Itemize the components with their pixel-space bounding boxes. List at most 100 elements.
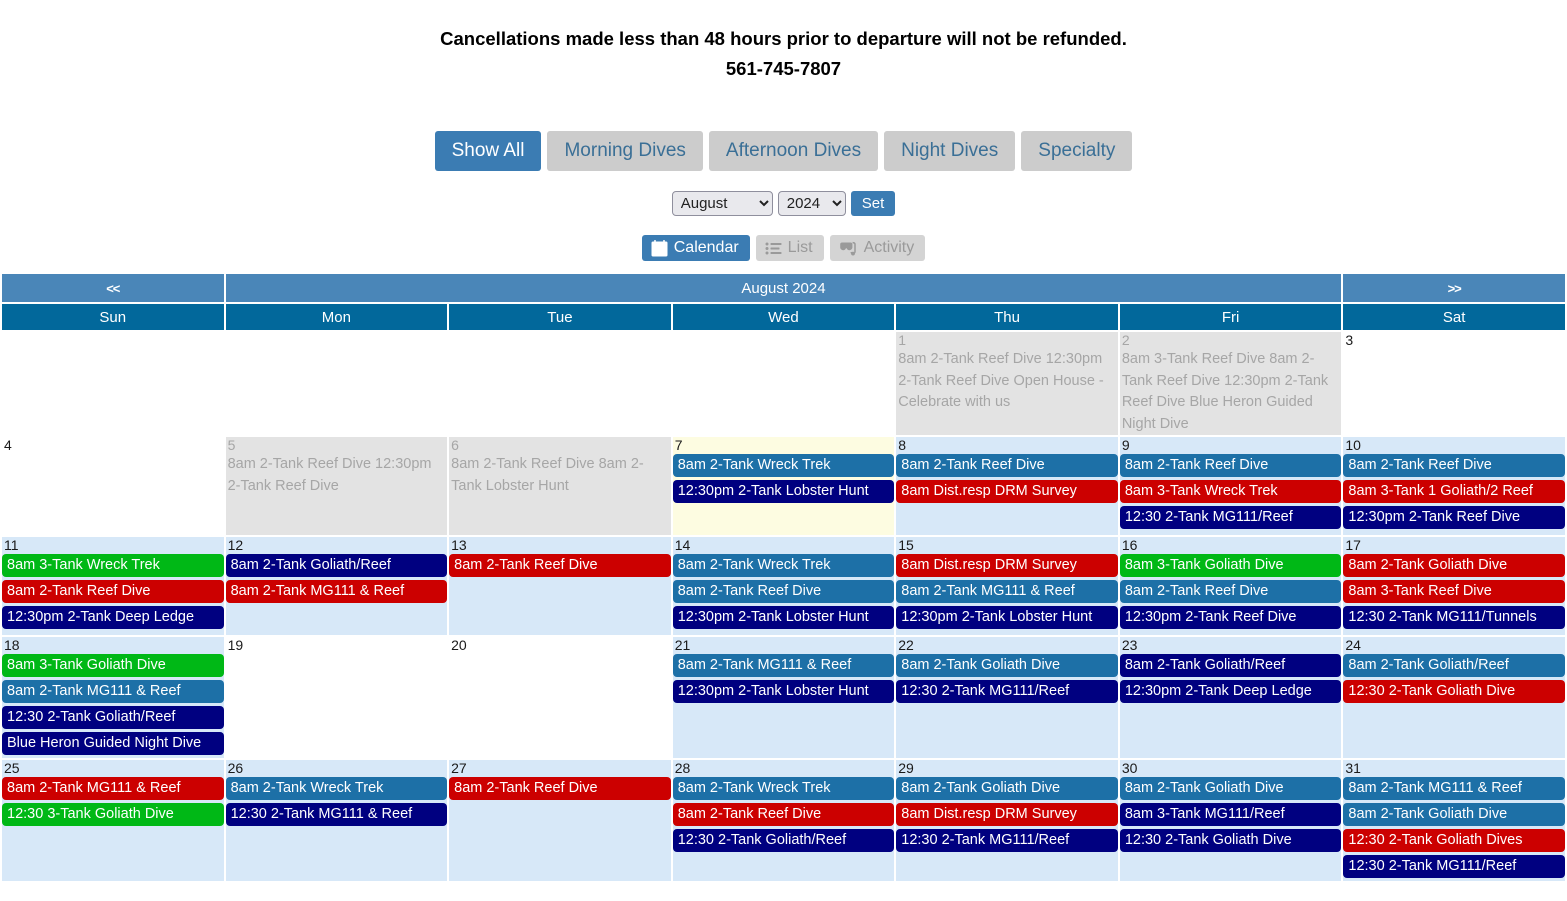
calendar-event[interactable]: 8am 2-Tank Reef Dive: [896, 454, 1118, 478]
calendar-event[interactable]: 8am 2-Tank Reef Dive: [1343, 454, 1565, 478]
day-cell-14[interactable]: 14 8am 2-Tank Wreck Trek 8am 2-Tank Reef D…: [672, 537, 895, 636]
calendar-event[interactable]: 12:30 2-Tank MG111 & Reef: [225, 803, 448, 827]
filter-button-show-all[interactable]: Show All: [434, 130, 542, 172]
day-cell-11[interactable]: 11 8am 3-Tank Wreck Trek 8am 2-Tank Reef D…: [2, 537, 224, 636]
calendar-event[interactable]: 8am 2-Tank Reef Dive: [449, 777, 671, 801]
day-cell-21[interactable]: 21 8am 2-Tank MG111 & Reef 12:30pm 2-Tank …: [672, 637, 895, 759]
calendar-event[interactable]: 8am 2-Tank Goliath/Reef: [225, 554, 448, 578]
year-select[interactable]: 202320242025: [777, 191, 846, 217]
day-cell-13[interactable]: 13 8am 2-Tank Reef Dive: [449, 537, 671, 636]
day-cell-9[interactable]: 9 8am 2-Tank Reef Dive 8am 3-Tank Wreck Tr…: [1119, 437, 1342, 536]
day-cell-25[interactable]: 25 8am 2-Tank MG111 & Reef 12:30 3-Tank Go…: [2, 760, 224, 882]
calendar-event[interactable]: Blue Heron Guided Night Dive: [2, 732, 224, 756]
calendar-event[interactable]: 8am 3-Tank Reef Dive: [1343, 580, 1565, 604]
calendar-event[interactable]: 8am 3-Tank Wreck Trek: [2, 554, 224, 578]
calendar-event[interactable]: 12:30pm 2-Tank Reef Dive: [1119, 606, 1342, 630]
day-cell-10[interactable]: 10 8am 2-Tank Reef Dive 8am 3-Tank 1 Golia…: [1343, 437, 1565, 536]
next-month-button[interactable]: >>: [1343, 274, 1565, 303]
calendar-event[interactable]: 8am 2-Tank Goliath/Reef: [1119, 654, 1342, 678]
calendar-event[interactable]: 12:30 2-Tank MG111/Reef: [1119, 506, 1342, 530]
day-cell-6[interactable]: 6 8am 2-Tank Reef Dive 8am 2-Tank Lobster…: [449, 437, 671, 536]
day-cell-29[interactable]: 29 8am 2-Tank Goliath Dive 8am Dist.resp D…: [896, 760, 1118, 882]
calendar-event[interactable]: 8am 2-Tank Reef Dive: [1119, 454, 1342, 478]
calendar-event[interactable]: 12:30 2-Tank MG111/Reef: [896, 829, 1118, 853]
day-cell-30[interactable]: 30 8am 2-Tank Goliath Dive 8am 3-Tank MG11…: [1119, 760, 1342, 882]
day-cell-15[interactable]: 15 8am Dist.resp DRM Survey 8am 2-Tank MG1…: [896, 537, 1118, 636]
calendar-event[interactable]: 8am 3-Tank Wreck Trek: [1119, 480, 1342, 504]
calendar-event[interactable]: 8am 3-Tank Goliath Dive: [1119, 554, 1342, 578]
calendar-event[interactable]: 8am 2-Tank Wreck Trek: [672, 777, 895, 801]
day-cell-26[interactable]: 26 8am 2-Tank Wreck Trek 12:30 2-Tank MG11…: [225, 760, 448, 882]
day-cell-3[interactable]: 3: [1343, 332, 1565, 436]
day-cell-7[interactable]: 7 8am 2-Tank Wreck Trek 12:30pm 2-Tank Lob…: [672, 437, 895, 536]
calendar-event[interactable]: 12:30pm 2-Tank Reef Dive: [1343, 506, 1565, 530]
calendar-event[interactable]: 8am 2-Tank Goliath Dive: [1343, 803, 1565, 827]
view-tab-list[interactable]: List: [755, 235, 824, 262]
calendar-event[interactable]: 12:30 2-Tank MG111/Reef: [1343, 855, 1565, 879]
view-tab-calendar[interactable]: Calendar: [641, 235, 750, 262]
calendar-event[interactable]: 8am 2-Tank MG111 & Reef: [2, 680, 224, 704]
calendar-event[interactable]: 12:30pm 2-Tank Lobster Hunt: [672, 680, 895, 704]
calendar-event[interactable]: 12:30pm 2-Tank Deep Ledge: [2, 606, 224, 630]
calendar-event[interactable]: 8am 2-Tank Wreck Trek: [672, 554, 895, 578]
calendar-event[interactable]: 12:30pm 2-Tank Lobster Hunt: [672, 606, 895, 630]
day-cell-8[interactable]: 8 8am 2-Tank Reef Dive 8am Dist.resp DRM S…: [896, 437, 1118, 536]
calendar-event[interactable]: 8am 2-Tank Goliath Dive: [1119, 777, 1342, 801]
filter-button-specialty[interactable]: Specialty: [1021, 130, 1133, 172]
calendar-event[interactable]: 8am 2-Tank MG111 & Reef: [1343, 777, 1565, 801]
day-cell-19[interactable]: 19: [225, 637, 448, 759]
calendar-event[interactable]: 8am 2-Tank Reef Dive: [2, 580, 224, 604]
calendar-event[interactable]: 12:30 2-Tank Goliath/Reef: [2, 706, 224, 730]
filter-button-morning-dives[interactable]: Morning Dives: [547, 130, 703, 172]
day-cell-28[interactable]: 28 8am 2-Tank Wreck Trek 8am 2-Tank Reef D…: [672, 760, 895, 882]
day-cell-2[interactable]: 2 8am 3-Tank Reef Dive 8am 2-Tank Reef Di…: [1119, 332, 1342, 436]
calendar-event[interactable]: 12:30 3-Tank Goliath Dive: [2, 803, 224, 827]
calendar-event[interactable]: 8am Dist.resp DRM Survey: [896, 480, 1118, 504]
calendar-event[interactable]: 8am 2-Tank MG111 & Reef: [225, 580, 448, 604]
calendar-event[interactable]: 12:30pm 2-Tank Lobster Hunt: [672, 480, 895, 504]
view-tab-activity[interactable]: Activity: [829, 235, 926, 262]
calendar-event[interactable]: 12:30 2-Tank Goliath Dives: [1343, 829, 1565, 853]
calendar-event[interactable]: 8am 2-Tank MG111 & Reef: [672, 654, 895, 678]
calendar-event[interactable]: 8am 3-Tank MG111/Reef: [1119, 803, 1342, 827]
calendar-event[interactable]: 8am 2-Tank Goliath/Reef: [1343, 654, 1565, 678]
calendar-event[interactable]: 8am 3-Tank 1 Goliath/2 Reef: [1343, 480, 1565, 504]
calendar-event[interactable]: 12:30 2-Tank Goliath Dive: [1343, 680, 1565, 704]
day-cell-20[interactable]: 20: [449, 637, 671, 759]
day-cell-16[interactable]: 16 8am 3-Tank Goliath Dive 8am 2-Tank Reef…: [1119, 537, 1342, 636]
calendar-event[interactable]: 8am 2-Tank MG111 & Reef: [896, 580, 1118, 604]
calendar-event[interactable]: 12:30pm 2-Tank Lobster Hunt: [896, 606, 1118, 630]
calendar-event[interactable]: 8am 2-Tank Goliath Dive: [896, 654, 1118, 678]
calendar-event[interactable]: 12:30 2-Tank Goliath Dive: [1119, 829, 1342, 853]
filter-button-night-dives[interactable]: Night Dives: [884, 130, 1016, 172]
calendar-event[interactable]: 8am 2-Tank Reef Dive: [672, 803, 895, 827]
calendar-event[interactable]: 12:30 2-Tank MG111/Reef: [896, 680, 1118, 704]
day-cell-18[interactable]: 18 8am 3-Tank Goliath Dive 8am 2-Tank MG11…: [2, 637, 224, 759]
calendar-event[interactable]: 8am 2-Tank Reef Dive: [449, 554, 671, 578]
day-cell-22[interactable]: 22 8am 2-Tank Goliath Dive 12:30 2-Tank MG…: [896, 637, 1118, 759]
day-cell-27[interactable]: 27 8am 2-Tank Reef Dive: [449, 760, 671, 882]
calendar-event[interactable]: 8am 2-Tank Goliath Dive: [896, 777, 1118, 801]
day-cell-1[interactable]: 1 8am 2-Tank Reef Dive 12:30pm 2-Tank Ree…: [896, 332, 1118, 436]
calendar-event[interactable]: 8am 2-Tank Wreck Trek: [672, 454, 895, 478]
day-cell-4[interactable]: 4: [2, 437, 224, 536]
day-cell-24[interactable]: 24 8am 2-Tank Goliath/Reef 12:30 2-Tank Go…: [1343, 637, 1565, 759]
month-select[interactable]: JanuaryFebruaryMarchAprilMayJuneJulyAugu…: [671, 191, 773, 217]
calendar-event[interactable]: 8am 2-Tank Wreck Trek: [225, 777, 448, 801]
calendar-event[interactable]: 8am Dist.resp DRM Survey: [896, 554, 1118, 578]
calendar-event[interactable]: 8am Dist.resp DRM Survey: [896, 803, 1118, 827]
day-cell-31[interactable]: 31 8am 2-Tank MG111 & Reef 8am 2-Tank Goli…: [1343, 760, 1565, 882]
calendar-event[interactable]: 8am 2-Tank Reef Dive: [672, 580, 895, 604]
calendar-event[interactable]: 12:30pm 2-Tank Deep Ledge: [1119, 680, 1342, 704]
calendar-event[interactable]: 8am 3-Tank Goliath Dive: [2, 654, 224, 678]
set-period-button[interactable]: Set: [850, 191, 896, 217]
filter-button-afternoon-dives[interactable]: Afternoon Dives: [708, 130, 879, 172]
calendar-event[interactable]: 8am 2-Tank Reef Dive: [1119, 580, 1342, 604]
calendar-event[interactable]: 12:30 2-Tank Goliath/Reef: [672, 829, 895, 853]
day-cell-5[interactable]: 5 8am 2-Tank Reef Dive 12:30pm 2-Tank Ree…: [225, 437, 448, 536]
day-cell-12[interactable]: 12 8am 2-Tank Goliath/Reef 8am 2-Tank MG11…: [225, 537, 448, 636]
day-cell-23[interactable]: 23 8am 2-Tank Goliath/Reef 12:30pm 2-Tank …: [1119, 637, 1342, 759]
calendar-event[interactable]: 12:30 2-Tank MG111/Tunnels: [1343, 606, 1565, 630]
day-cell-17[interactable]: 17 8am 2-Tank Goliath Dive 8am 3-Tank Reef…: [1343, 537, 1565, 636]
calendar-event[interactable]: 8am 2-Tank MG111 & Reef: [2, 777, 224, 801]
